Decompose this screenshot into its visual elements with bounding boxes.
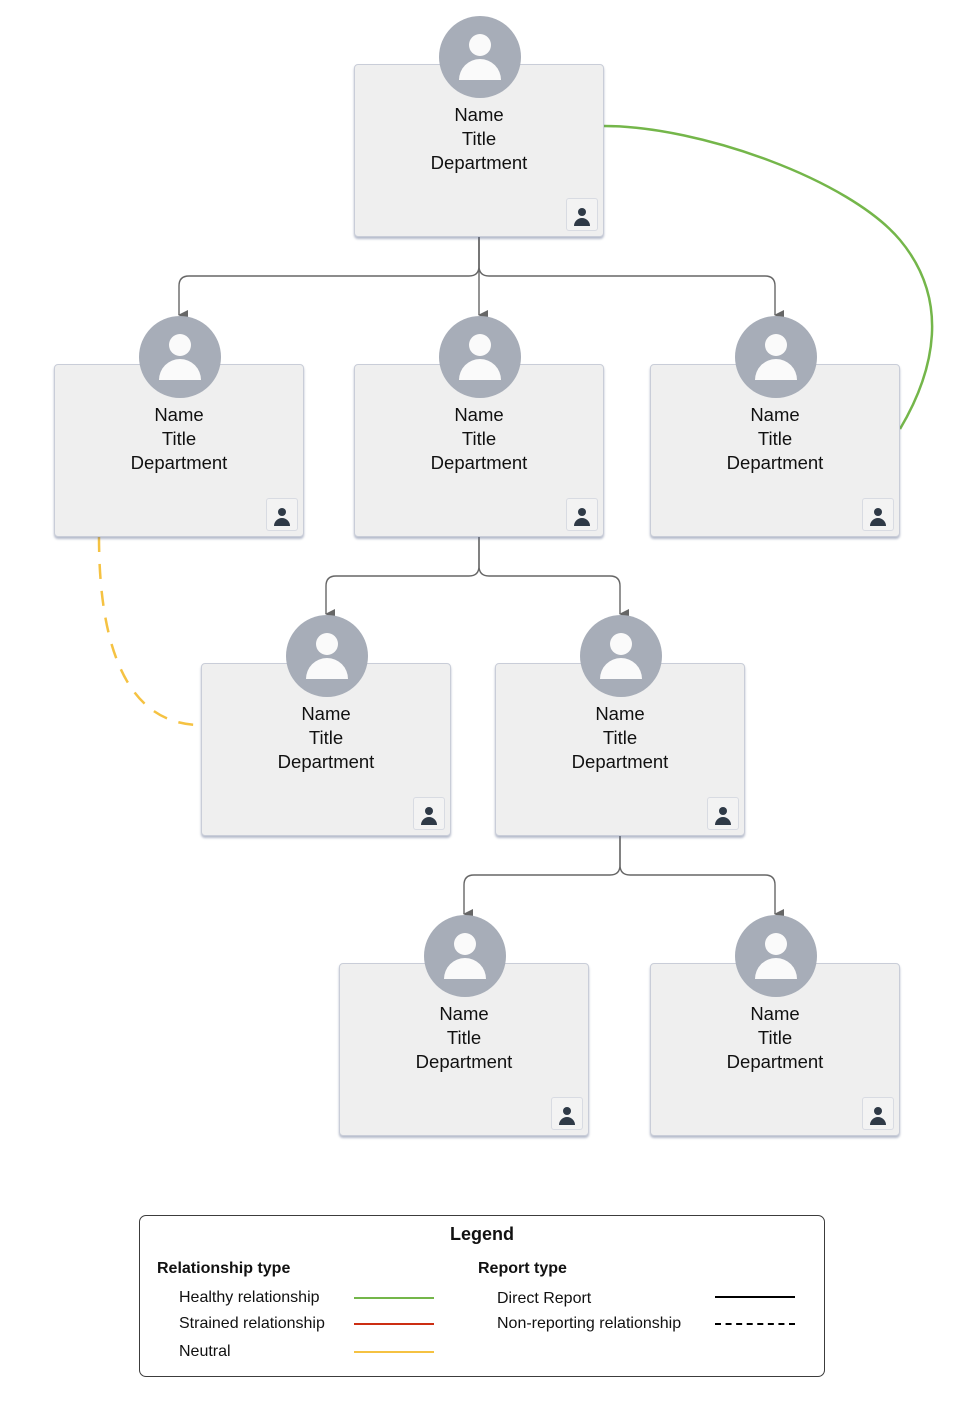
- legend-neutral-label: Neutral: [179, 1343, 231, 1360]
- org-node-card[interactable]: Name Title Department: [354, 316, 604, 537]
- node-department: Department: [415, 1051, 513, 1072]
- node-department: Department: [571, 751, 669, 772]
- org-node-card[interactable]: Name Title Department: [54, 316, 304, 537]
- org-node-card[interactable]: Name Title Department: [339, 915, 589, 1136]
- org-node-card[interactable]: Name Title Department: [650, 316, 900, 537]
- person-icon-button[interactable]: [566, 498, 598, 531]
- direct-report-connector: [478, 537, 629, 619]
- node-title: Title: [757, 1027, 793, 1048]
- direct-report-connector: [178, 237, 480, 320]
- node-department: Department: [277, 751, 375, 772]
- avatar-icon: [439, 316, 521, 398]
- avatar-icon: [580, 615, 662, 697]
- person-icon-button[interactable]: [413, 797, 445, 830]
- avatar-icon: [286, 615, 368, 697]
- person-icon-button[interactable]: [862, 498, 894, 531]
- relationship-type-heading: Relationship type: [157, 1260, 291, 1277]
- avatar-icon: [735, 316, 817, 398]
- node-name: Name: [750, 1003, 800, 1024]
- node-department: Department: [726, 1051, 824, 1072]
- legend-direct-report-swatch: [715, 1296, 795, 1298]
- legend-direct-report-label: Direct Report: [497, 1290, 592, 1307]
- node-department: Department: [430, 152, 528, 173]
- legend-healthy-swatch: [354, 1297, 434, 1299]
- person-icon-button[interactable]: [862, 1097, 894, 1130]
- direct-report-connector: [325, 537, 480, 619]
- node-title: Title: [161, 428, 197, 449]
- person-icon-button[interactable]: [707, 797, 739, 830]
- node-department: Department: [130, 452, 228, 473]
- person-icon-button[interactable]: [566, 198, 598, 231]
- neutral-relationship-connector: [97, 536, 202, 727]
- direct-report-connector: [619, 836, 784, 919]
- legend-strained-swatch: [354, 1323, 434, 1325]
- legend-non-reporting-swatch: [715, 1323, 795, 1325]
- node-title: Title: [757, 428, 793, 449]
- node-name: Name: [454, 404, 504, 425]
- report-type-heading: Report type: [478, 1260, 567, 1277]
- org-node-card[interactable]: Name Title Department: [201, 615, 451, 836]
- avatar-icon: [424, 915, 506, 997]
- node-title: Title: [461, 428, 497, 449]
- direct-report-connector: [463, 836, 621, 919]
- node-title: Title: [602, 727, 638, 748]
- node-name: Name: [750, 404, 800, 425]
- node-name: Name: [595, 703, 645, 724]
- node-department: Department: [430, 452, 528, 473]
- person-icon-button[interactable]: [551, 1097, 583, 1130]
- org-node-card[interactable]: Name Title Department: [354, 16, 604, 237]
- node-title: Title: [308, 727, 344, 748]
- org-node-card[interactable]: Name Title Department: [495, 615, 745, 836]
- avatar-icon: [439, 16, 521, 98]
- avatar-icon: [139, 316, 221, 398]
- node-name: Name: [154, 404, 204, 425]
- avatar-icon: [735, 915, 817, 997]
- direct-report-connector: [478, 237, 784, 320]
- legend-title: Legend: [449, 1224, 514, 1244]
- person-icon-button[interactable]: [266, 498, 298, 531]
- node-title: Title: [461, 128, 497, 149]
- org-node-card[interactable]: Name Title Department: [650, 915, 900, 1136]
- node-name: Name: [301, 703, 351, 724]
- legend-healthy-label: Healthy relationship: [179, 1289, 320, 1306]
- legend-non-reporting-label: Non-reporting relationship: [497, 1315, 682, 1332]
- legend-neutral-swatch: [354, 1351, 434, 1353]
- node-name: Name: [454, 104, 504, 125]
- legend: Legend Relationship type Report type Hea…: [139, 1215, 825, 1377]
- node-name: Name: [439, 1003, 489, 1024]
- node-department: Department: [726, 452, 824, 473]
- legend-strained-label: Strained relationship: [179, 1315, 325, 1332]
- node-title: Title: [446, 1027, 482, 1048]
